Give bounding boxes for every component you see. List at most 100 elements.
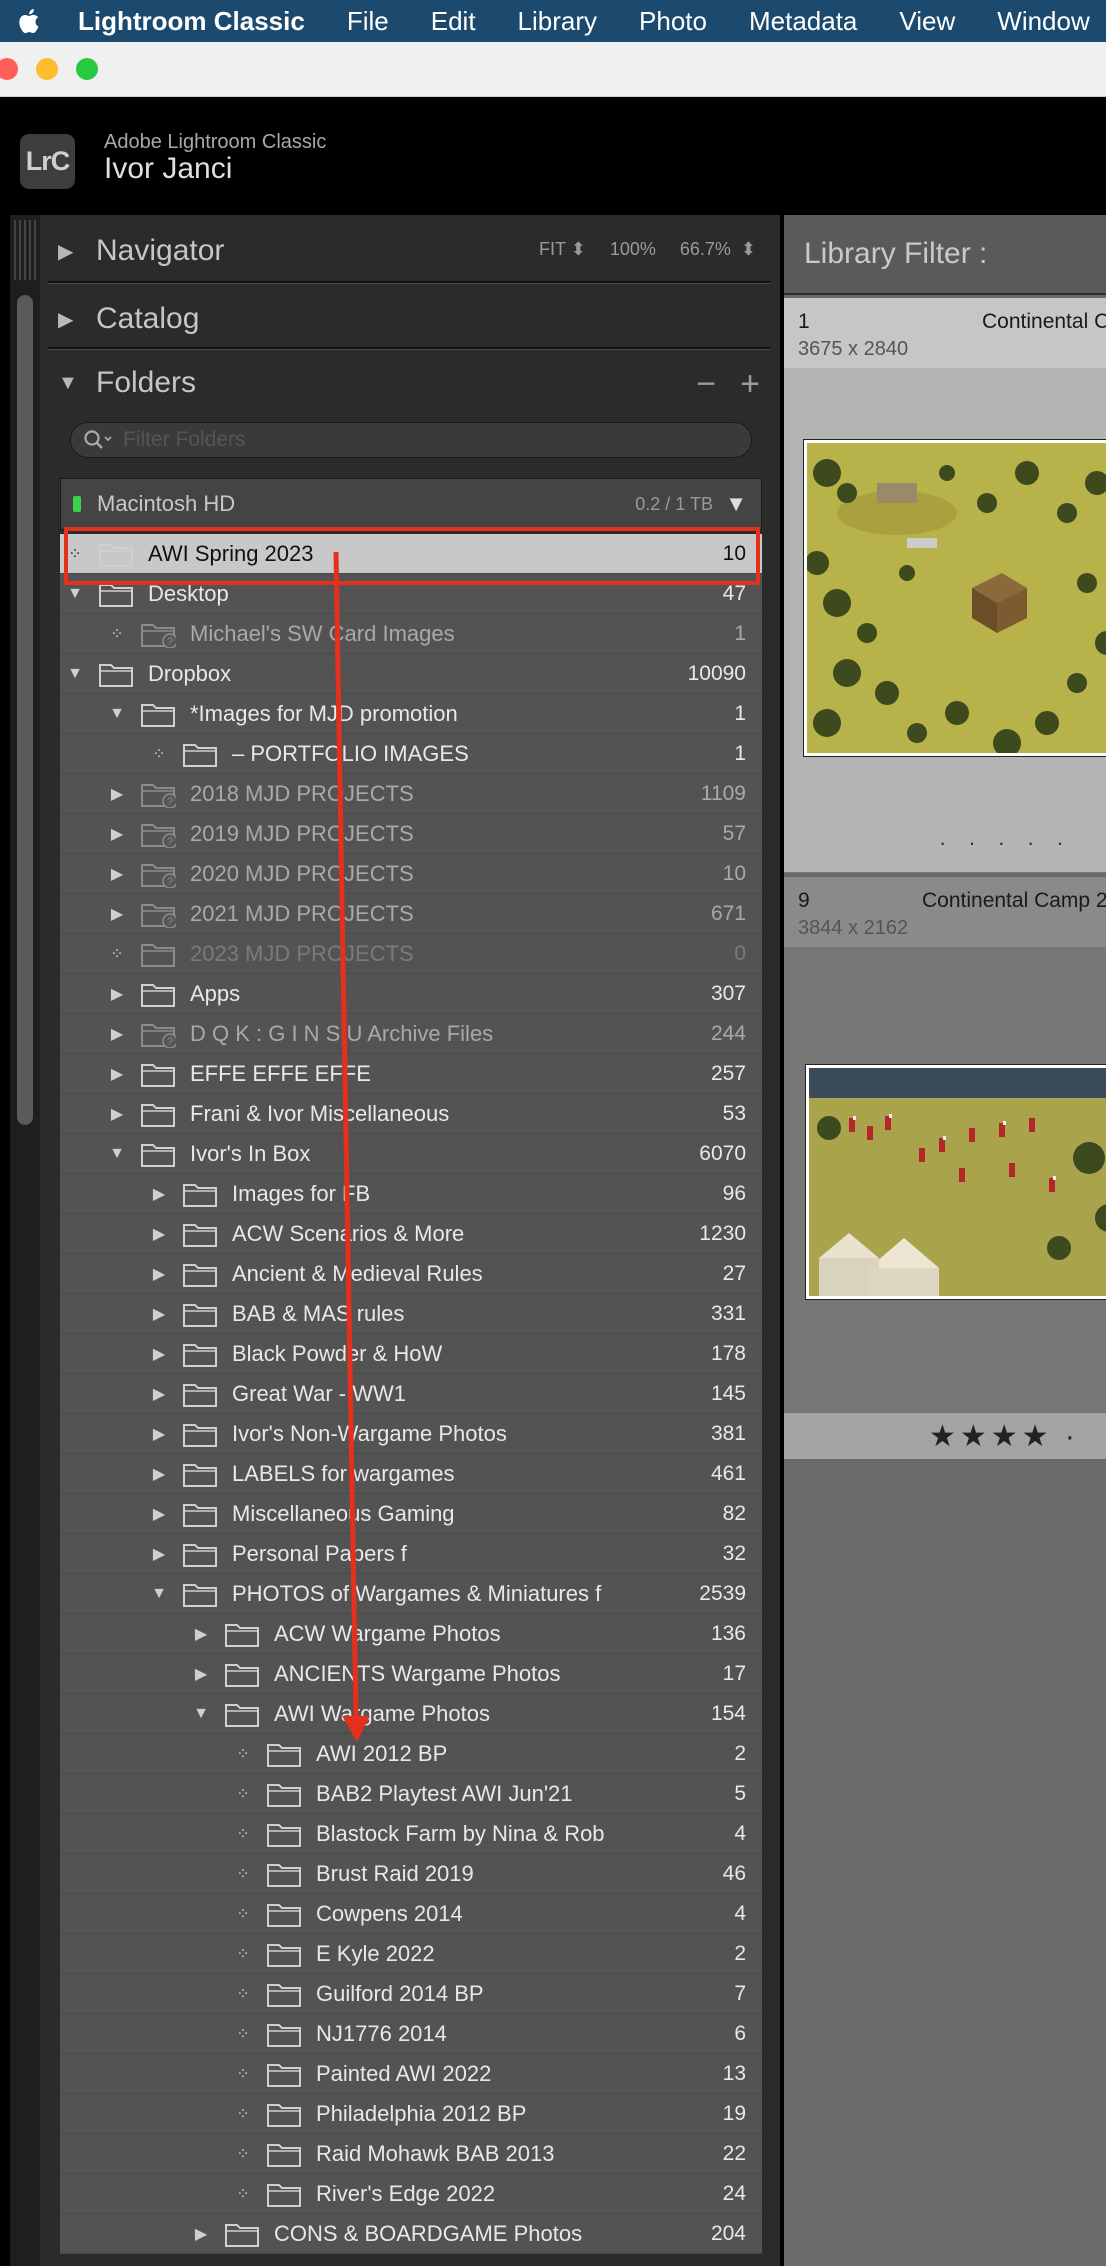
folders-panel-header[interactable]: ▼ Folders − +: [48, 353, 770, 413]
collapse-folder-icon[interactable]: ▼: [148, 1585, 170, 1603]
folder-row[interactable]: ▶ Frani & Ivor Miscellaneous 53: [60, 1094, 762, 1134]
grid-cell[interactable]: 1 3675 x 2840 Continental C ·····: [784, 298, 1106, 873]
folder-row[interactable]: ▶? 2021 MJD PROJECTS 671: [60, 894, 762, 934]
expand-folder-icon[interactable]: ▶: [148, 1384, 170, 1404]
expand-folder-icon[interactable]: ▶: [148, 1224, 170, 1244]
folder-row[interactable]: ▶ Ivor's Non-Wargame Photos 381: [60, 1414, 762, 1454]
expand-folder-icon[interactable]: ▶: [148, 1424, 170, 1444]
collapse-folder-icon[interactable]: ▼: [190, 1705, 212, 1723]
filter-folders-input[interactable]: [123, 428, 723, 452]
folder-row[interactable]: ▶ ANCIENTS Wargame Photos 17: [60, 1654, 762, 1694]
folder-row[interactable]: ⁘ NJ1776 2014 6: [60, 2014, 762, 2054]
left-panel-scrollbar[interactable]: [17, 295, 33, 1125]
expand-folder-icon[interactable]: ▶: [106, 784, 128, 804]
expand-folder-icon[interactable]: ▶: [106, 824, 128, 844]
close-window-button[interactable]: [0, 58, 18, 80]
folder-row[interactable]: ▼ *Images for MJD promotion 1: [60, 694, 762, 734]
expand-folder-icon[interactable]: ▶: [148, 1544, 170, 1564]
collapse-folder-icon[interactable]: ▼: [106, 1145, 128, 1163]
navigator-panel-header[interactable]: ▶ Navigator FIT ⬍ 100% 66.7% ⬍: [48, 221, 770, 281]
menu-photo[interactable]: Photo: [639, 6, 707, 37]
photo-thumbnail[interactable]: [806, 1065, 1106, 1299]
grid-cell[interactable]: 9 3844 x 2162 Continental Camp 2: [784, 877, 1106, 1413]
add-folder-button[interactable]: +: [740, 365, 760, 404]
folder-row[interactable]: ▶ BAB & MAS rules 331: [60, 1294, 762, 1334]
expand-folder-icon[interactable]: ▶: [106, 864, 128, 884]
zoom-window-button[interactable]: [76, 58, 98, 80]
folder-row[interactable]: ▼ Dropbox 10090: [60, 654, 762, 694]
zoom-custom-option[interactable]: 66.7% ⬍: [680, 239, 756, 260]
folder-row[interactable]: ▶ ACW Scenarios & More 1230: [60, 1214, 762, 1254]
filter-folders-field[interactable]: [70, 422, 752, 458]
folder-row[interactable]: ▼ PHOTOS of Wargames & Miniatures f 2539: [60, 1574, 762, 1614]
expand-folder-icon[interactable]: ▶: [190, 1664, 212, 1684]
folder-row[interactable]: ▶ Black Powder & HoW 178: [60, 1334, 762, 1374]
rating-stars[interactable]: ★★★★ ·: [784, 1413, 1106, 1459]
folder-row[interactable]: ⁘ Brust Raid 2019 46: [60, 1854, 762, 1894]
zoom-100-option[interactable]: 100%: [610, 239, 656, 260]
expand-folder-icon[interactable]: ▶: [106, 984, 128, 1004]
folder-row[interactable]: ⁘ River's Edge 2022 24: [60, 2174, 762, 2214]
menu-file[interactable]: File: [347, 6, 389, 37]
folder-row[interactable]: ▼ Desktop 47: [60, 574, 762, 614]
folder-row[interactable]: ▶ ACW Wargame Photos 136: [60, 1614, 762, 1654]
zoom-fit-option[interactable]: FIT ⬍: [539, 239, 586, 260]
remove-folder-button[interactable]: −: [696, 365, 716, 404]
folder-row[interactable]: ⁘ Cowpens 2014 4: [60, 1894, 762, 1934]
collapse-folder-icon[interactable]: ▼: [64, 585, 86, 603]
folder-row[interactable]: ⁘ Philadelphia 2012 BP 19: [60, 2094, 762, 2134]
folder-row[interactable]: ⁘ – PORTFOLIO IMAGES 1: [60, 734, 762, 774]
expand-folder-icon[interactable]: ▶: [106, 1024, 128, 1044]
minimize-window-button[interactable]: [36, 58, 58, 80]
app-menu[interactable]: Lightroom Classic: [78, 6, 305, 37]
folder-row[interactable]: ▶ Images for FB 96: [60, 1174, 762, 1214]
menu-view[interactable]: View: [899, 6, 955, 37]
expand-folder-icon[interactable]: ▶: [148, 1464, 170, 1484]
folder-row[interactable]: ▶? 2019 MJD PROJECTS 57: [60, 814, 762, 854]
folder-row[interactable]: ⁘ 2023 MJD PROJECTS 0: [60, 934, 762, 974]
expand-folder-icon[interactable]: ▶: [148, 1504, 170, 1524]
folder-row[interactable]: ▶ EFFE EFFE EFFE 257: [60, 1054, 762, 1094]
photo-thumbnail[interactable]: [804, 440, 1106, 756]
collapse-folder-icon[interactable]: ▼: [106, 705, 128, 723]
folder-row[interactable]: ▼ Ivor's In Box 6070: [60, 1134, 762, 1174]
folder-row[interactable]: ▶? D Q K : G I N S U Archive Files 244: [60, 1014, 762, 1054]
folder-row[interactable]: ▶ Miscellaneous Gaming 82: [60, 1494, 762, 1534]
folder-row[interactable]: ▶ Apps 307: [60, 974, 762, 1014]
folder-row[interactable]: ⁘ Raid Mohawk BAB 2013 22: [60, 2134, 762, 2174]
volume-header-macintosh-hd[interactable]: Macintosh HD 0.2 / 1 TB ▼: [60, 478, 762, 530]
menu-library[interactable]: Library: [518, 6, 597, 37]
folder-row[interactable]: ▶ Great War - WW1 145: [60, 1374, 762, 1414]
folder-row[interactable]: ⁘ BAB2 Playtest AWI Jun'21 5: [60, 1774, 762, 1814]
expand-folder-icon[interactable]: ▶: [106, 1104, 128, 1124]
panel-grip[interactable]: [14, 220, 36, 280]
folder-row[interactable]: ⁘ AWI 2012 BP 2: [60, 1734, 762, 1774]
menu-edit[interactable]: Edit: [431, 6, 476, 37]
folder-row[interactable]: ▶ LABELS for wargames 461: [60, 1454, 762, 1494]
expand-folder-icon[interactable]: ▶: [148, 1344, 170, 1364]
expand-folder-icon[interactable]: ▶: [106, 1064, 128, 1084]
folder-row[interactable]: ⁘ Painted AWI 2022 13: [60, 2054, 762, 2094]
apple-menu-icon[interactable]: [16, 6, 40, 36]
expand-folder-icon[interactable]: ▶: [190, 2224, 212, 2244]
collapse-folder-icon[interactable]: ▼: [64, 665, 86, 683]
folder-row[interactable]: ▶? 2020 MJD PROJECTS 10: [60, 854, 762, 894]
folder-row[interactable]: ▶ Personal Papers f 32: [60, 1534, 762, 1574]
expand-folder-icon[interactable]: ▶: [106, 904, 128, 924]
folder-row[interactable]: ⁘ Guilford 2014 BP 7: [60, 1974, 762, 2014]
library-filter-bar[interactable]: Library Filter :: [784, 215, 1106, 295]
catalog-panel-header[interactable]: ▶ Catalog: [48, 289, 770, 349]
folder-row[interactable]: ⁘? Michael's SW Card Images 1: [60, 614, 762, 654]
volume-menu-icon[interactable]: ▼: [725, 491, 747, 517]
expand-folder-icon[interactable]: ▶: [148, 1304, 170, 1324]
folder-row[interactable]: ▶? 2018 MJD PROJECTS 1109: [60, 774, 762, 814]
expand-folder-icon[interactable]: ▶: [148, 1264, 170, 1284]
menu-window[interactable]: Window: [997, 6, 1089, 37]
folder-row[interactable]: ⁘ Blastock Farm by Nina & Rob 4: [60, 1814, 762, 1854]
folder-row[interactable]: ▼ AWI Wargame Photos 154: [60, 1694, 762, 1734]
folder-row[interactable]: ⁘ AWI Spring 2023 10: [60, 534, 762, 574]
folder-row[interactable]: ▶ Ancient & Medieval Rules 27: [60, 1254, 762, 1294]
folder-row[interactable]: ▶ CONS & BOARDGAME Photos 204: [60, 2214, 762, 2254]
folder-row[interactable]: ⁘ E Kyle 2022 2: [60, 1934, 762, 1974]
menu-metadata[interactable]: Metadata: [749, 6, 857, 37]
